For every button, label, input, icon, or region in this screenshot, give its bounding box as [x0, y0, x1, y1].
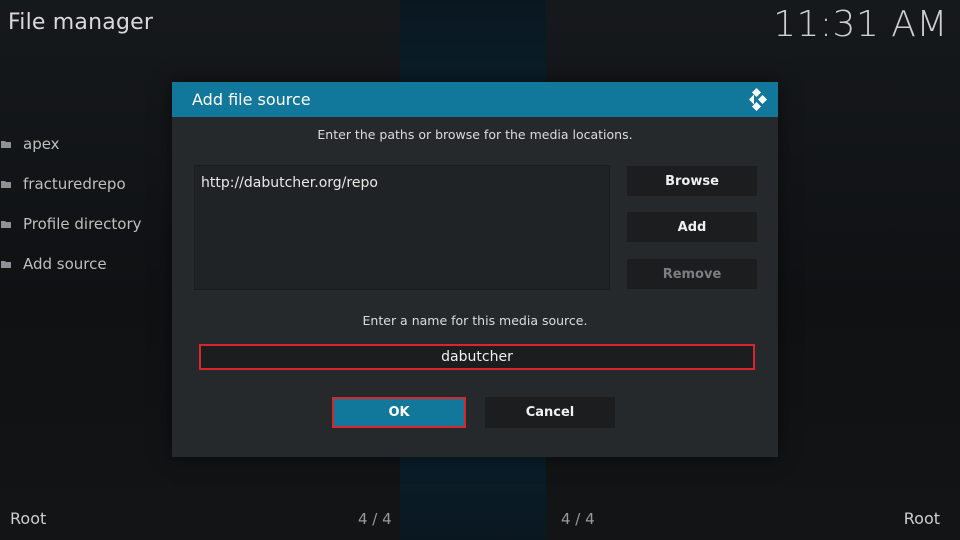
footer-page-count-right: 4 / 4: [561, 510, 595, 528]
window-title: File manager: [8, 10, 154, 35]
add-file-source-dialog: Add file source Enter the paths or brows…: [172, 82, 778, 457]
ok-button[interactable]: OK: [332, 397, 466, 428]
footer-page-count-left: 4 / 4: [358, 510, 392, 528]
paths-list[interactable]: http://dabutcher.org/repo: [194, 165, 610, 290]
sidebar-source-list: apex fracturedrepo Profile directory Add…: [0, 124, 170, 284]
sidebar-item-add-source[interactable]: Add source: [0, 244, 170, 284]
source-name-input[interactable]: dabutcher: [199, 344, 755, 370]
folder-icon: [1, 180, 11, 188]
sidebar-item-label: Profile directory: [23, 215, 142, 233]
sidebar-item-label: Add source: [23, 255, 107, 273]
folder-icon: [1, 140, 11, 148]
folder-icon: [1, 220, 11, 228]
paths-instruction: Enter the paths or browse for the media …: [317, 127, 633, 142]
sidebar-item-profile-directory[interactable]: Profile directory: [0, 204, 170, 244]
sidebar-item-apex[interactable]: apex: [0, 124, 170, 164]
sidebar-item-label: apex: [23, 135, 60, 153]
name-instruction: Enter a name for this media source.: [362, 313, 588, 328]
clock: 11:31 AM: [773, 4, 948, 45]
remove-button[interactable]: Remove: [627, 259, 757, 289]
kodi-logo-icon: [743, 86, 770, 113]
folder-icon: [1, 260, 11, 268]
cancel-button[interactable]: Cancel: [485, 397, 615, 428]
path-list-item[interactable]: http://dabutcher.org/repo: [201, 175, 378, 191]
dialog-header: Add file source: [172, 82, 778, 117]
add-button[interactable]: Add: [627, 212, 757, 242]
sidebar-item-label: fracturedrepo: [23, 175, 126, 193]
dialog-title: Add file source: [192, 90, 311, 109]
browse-button[interactable]: Browse: [627, 166, 757, 196]
kodi-screen: File manager 11:31 AM apex fracturedrepo…: [0, 0, 960, 540]
sidebar-item-fracturedrepo[interactable]: fracturedrepo: [0, 164, 170, 204]
footer-root-right: Root: [903, 509, 940, 528]
footer-root-left: Root: [10, 509, 47, 528]
